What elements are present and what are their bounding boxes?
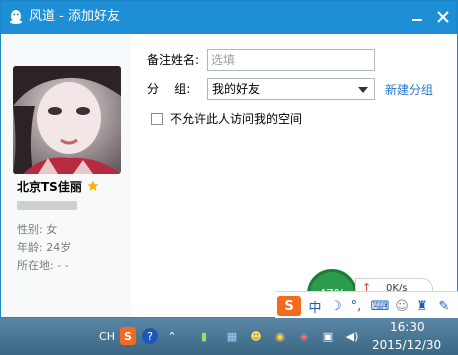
new-group-link[interactable]: 新建分组 (385, 82, 433, 98)
tray-expand-icon[interactable]: ⌃ (164, 327, 180, 345)
add-friend-window: 风道 - 添加好友 北京TS佳丽 性别: 女 年龄: 24岁 所在地: - - … (0, 0, 458, 320)
title-bar[interactable]: 风道 - 添加好友 (1, 1, 457, 34)
qq-tray-icon[interactable]: ☻ (248, 327, 264, 345)
windows-grid-icon[interactable]: ▦ (224, 327, 240, 345)
punctuation-icon[interactable]: °, (347, 296, 365, 316)
security-icon[interactable]: ◈ (296, 327, 312, 345)
redacted-id (17, 201, 77, 210)
avatar (13, 66, 121, 174)
network-icon[interactable]: ▣ (320, 327, 336, 345)
age-info: 年龄: 24岁 (17, 241, 72, 254)
remark-label: 备注姓名: (147, 53, 200, 67)
clock-date[interactable]: 2015/12/30 (372, 338, 441, 352)
sogou-logo-icon[interactable]: S (277, 296, 301, 316)
clock-time[interactable]: 16:30 (390, 320, 425, 334)
volume-icon[interactable]: ◀) (344, 327, 360, 345)
half-width-moon-icon[interactable]: ☽ (327, 296, 345, 316)
language-indicator[interactable]: CH (98, 327, 116, 345)
close-button[interactable] (433, 8, 453, 26)
window-title: 风道 - 添加好友 (29, 9, 120, 24)
keyboard-icon[interactable]: ⌨ (369, 296, 391, 316)
sogou-tray-icon[interactable]: S (120, 327, 136, 345)
360-guard-icon[interactable]: ◉ (272, 327, 288, 345)
battery-icon[interactable]: ▮ (196, 327, 212, 345)
group-selected-value: 我的好友 (212, 82, 261, 96)
privacy-checkbox-label: 不允许此人访问我的空间 (170, 112, 303, 126)
remark-placeholder: 选填 (211, 53, 236, 67)
remark-name-input[interactable]: 选填 (207, 49, 375, 71)
dropdown-arrow-icon (358, 87, 368, 93)
group-select[interactable]: 我的好友 (207, 78, 375, 100)
gender-info: 性别: 女 (17, 223, 58, 236)
skin-shirt-icon[interactable]: ♜ (413, 296, 431, 316)
help-icon[interactable]: ? (142, 328, 158, 344)
location-info: 所在地: - - (17, 259, 69, 272)
minimize-button[interactable] (407, 8, 427, 26)
user-icon[interactable]: ☺ (393, 296, 411, 316)
nickname: 北京TS佳丽 (17, 180, 82, 194)
privacy-checkbox[interactable] (151, 113, 163, 125)
wrench-icon[interactable]: ✎ (435, 296, 453, 316)
star-icon (87, 180, 99, 191)
ime-mode-toggle[interactable]: 中 (305, 296, 325, 316)
ime-toolbar: S 中 ☽ °, ⌨ ☺ ♜ ✎ (275, 291, 458, 320)
qq-penguin-icon (10, 10, 22, 24)
group-label: 分 组: (147, 82, 191, 96)
